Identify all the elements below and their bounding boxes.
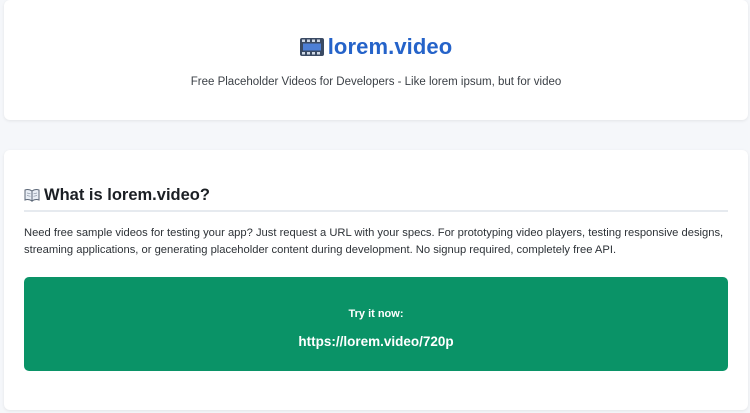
tagline: Free Placeholder Videos for Developers -… <box>190 76 562 88</box>
try-it-label: Try it now: <box>348 308 404 320</box>
description: Need free sample videos for testing your… <box>24 227 724 256</box>
try-it-url-link[interactable]: https://lorem.video/720p <box>24 334 728 349</box>
about-card: What is lorem.video? Need free sample vi… <box>4 150 748 410</box>
header-card: lorem.video Free Placeholder Videos for … <box>4 0 748 120</box>
section-heading: What is lorem.video? <box>24 184 728 212</box>
section-title: What is lorem.video? <box>44 186 210 204</box>
brand-title[interactable]: lorem.video <box>328 34 453 60</box>
brand[interactable]: lorem.video <box>4 34 748 60</box>
book-icon <box>24 187 40 203</box>
film-icon <box>299 36 324 58</box>
try-it-box: Try it now: https://lorem.video/720p <box>24 277 728 371</box>
